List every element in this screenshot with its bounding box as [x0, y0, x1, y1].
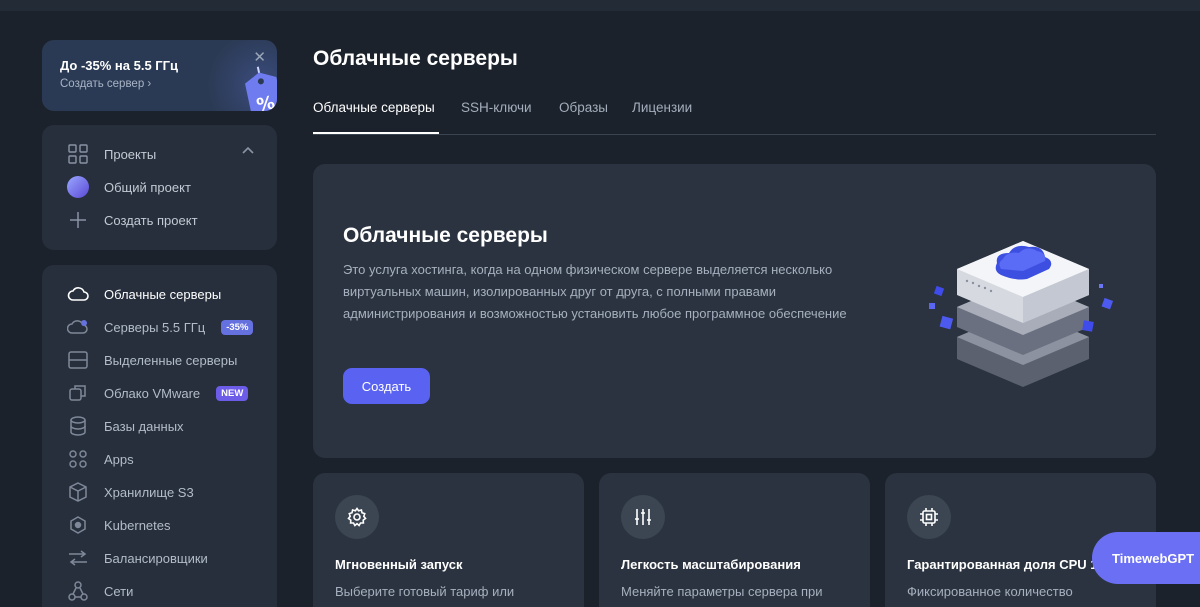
sidebar-item-label: Выделенные серверы [104, 352, 238, 368]
feature-card-instant-launch: Мгновенный запуск Выберите готовый тариф… [313, 473, 584, 607]
tab-ssh-keys[interactable]: SSH-ключи [461, 100, 532, 115]
tabs-bar: Облачные серверы SSH-ключи Образы Лиценз… [313, 100, 1156, 135]
tab-licenses[interactable]: Лицензии [632, 100, 692, 115]
sidebar-item-label: Сети [104, 583, 134, 599]
cloud-icon [67, 283, 89, 305]
sidebar-item-s3[interactable]: Хранилище S3 [67, 481, 194, 503]
dedicated-server-icon [67, 349, 89, 371]
feature-text: Выберите готовый тариф или [335, 584, 515, 599]
sidebar-item-label: Kubernetes [104, 517, 171, 533]
vmware-icon [67, 382, 89, 404]
sidebar-item-label: Apps [104, 451, 134, 467]
chevron-up-icon[interactable] [241, 145, 255, 155]
network-icon [67, 580, 89, 602]
balancer-icon [67, 547, 89, 569]
create-project-item[interactable]: Создать проект [67, 209, 198, 231]
database-icon [67, 415, 89, 437]
kubernetes-icon [67, 514, 89, 536]
new-badge: NEW [216, 385, 249, 401]
projects-header-label: Проекты [104, 146, 157, 162]
grid-icon [67, 143, 89, 165]
sidebar-item-label: Балансировщики [104, 550, 208, 566]
sidebar-item-dedicated[interactable]: Выделенные серверы [67, 349, 237, 371]
hero-card: Облачные серверы Это услуга хостинга, ко… [313, 164, 1156, 458]
sidebar-item-label: Облачные серверы [104, 286, 222, 302]
tab-images[interactable]: Образы [559, 100, 608, 115]
projects-header[interactable]: Проекты [67, 143, 156, 165]
sliders-icon [621, 495, 665, 539]
project-item-general[interactable]: Общий проект [67, 176, 191, 198]
feature-text: Фиксированное количество [907, 584, 1073, 599]
page-title: Облачные серверы [313, 47, 518, 70]
sidebar-item-label: Хранилище S3 [104, 484, 194, 500]
create-button[interactable]: Создать [343, 368, 430, 404]
gear-icon [335, 495, 379, 539]
sidebar-item-kubernetes[interactable]: Kubernetes [67, 514, 171, 536]
plus-icon [67, 209, 89, 231]
promo-title: До -35% на 5.5 ГГц [60, 58, 179, 73]
promo-close-icon[interactable]: ✕ [253, 48, 266, 66]
cpu-chip-icon [907, 495, 951, 539]
promo-banner[interactable]: До -35% на 5.5 ГГц Создать сервер › % ✕ [42, 40, 277, 111]
project-item-label: Общий проект [104, 179, 191, 195]
sidebar-item-balancers[interactable]: Балансировщики [67, 547, 208, 569]
create-project-label: Создать проект [104, 212, 198, 228]
storage-cube-icon [67, 481, 89, 503]
timewebgpt-button[interactable]: TimewebGPT [1092, 532, 1200, 584]
fast-cloud-icon [67, 316, 89, 338]
sidebar-item-label: Серверы 5.5 ГГц [104, 319, 206, 335]
hero-description: Это услуга хостинга, когда на одном физи… [343, 262, 847, 321]
sidebar-item-cloud-servers[interactable]: Облачные серверы [67, 283, 221, 305]
feature-title: Гарантированная доля CPU 10 [907, 557, 1105, 572]
sidebar-item-vmware[interactable]: Облако VMware NEW [67, 382, 249, 404]
apps-icon [67, 448, 89, 470]
sidebar-item-apps[interactable]: Apps [67, 448, 134, 470]
feature-text: Меняйте параметры сервера при [621, 584, 823, 599]
feature-card-scaling: Легкость масштабирования Меняйте парамет… [599, 473, 870, 607]
promo-create-server-link[interactable]: Создать сервер › [60, 78, 151, 90]
feature-title: Мгновенный запуск [335, 557, 463, 572]
feature-title: Легкость масштабирования [621, 557, 801, 572]
server-stack-illustration [929, 241, 1114, 387]
tab-cloud-servers[interactable]: Облачные серверы [313, 100, 435, 115]
discount-badge: -35% [221, 319, 254, 335]
top-bar [0, 0, 1200, 11]
projects-panel: Проекты Общий проект Создать проект [42, 125, 277, 250]
sidebar-item-servers-55[interactable]: Серверы 5.5 ГГц -35% [67, 316, 254, 338]
sidebar-item-label: Базы данных [104, 418, 184, 434]
project-avatar-icon [67, 176, 89, 198]
sidebar-item-label: Облако VMware [104, 385, 201, 401]
services-nav: Облачные серверы Серверы 5.5 ГГц -35% Вы… [42, 265, 277, 607]
sidebar-item-networks[interactable]: Сети [67, 580, 133, 602]
active-tab-indicator [313, 132, 439, 134]
sidebar-item-databases[interactable]: Базы данных [67, 415, 184, 437]
hero-title: Облачные серверы [343, 224, 548, 247]
